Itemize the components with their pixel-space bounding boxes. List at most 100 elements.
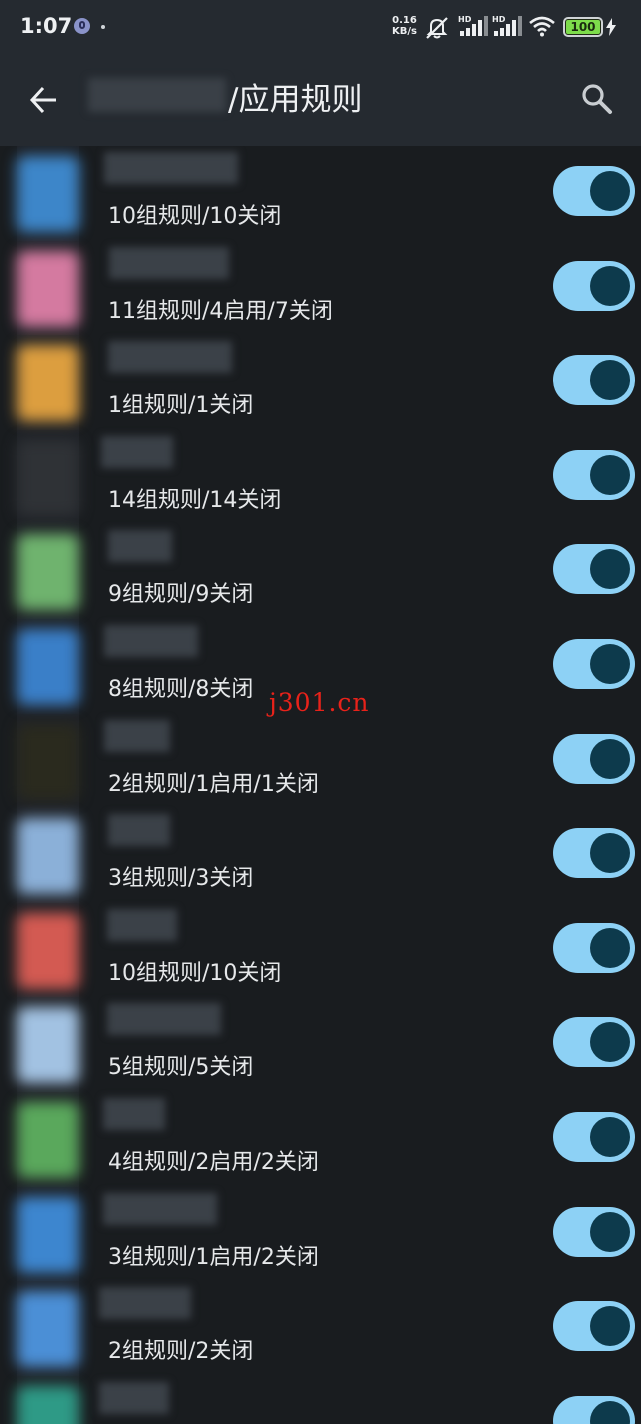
app-icon (17, 1385, 79, 1424)
rule-toggle[interactable] (553, 449, 635, 500)
rule-toggle[interactable] (553, 1017, 635, 1068)
back-arrow-icon[interactable] (24, 80, 64, 120)
toggle-thumb (590, 738, 630, 779)
rule-toggle[interactable] (553, 828, 635, 879)
list-item[interactable]: 1组规则/1关闭 (0, 335, 641, 430)
app-name-redacted (103, 1192, 217, 1225)
toggle-thumb (590, 1117, 630, 1157)
list-item[interactable]: 2组规则/2关闭 (0, 1281, 641, 1376)
rule-summary: 9组规则/9关闭 (108, 582, 254, 608)
toggle-thumb (590, 1306, 630, 1347)
app-icon (17, 439, 79, 516)
app-name-redacted (88, 78, 226, 112)
toggle-thumb (590, 1211, 630, 1252)
app-name-redacted (99, 1287, 191, 1320)
list-item[interactable]: 4组规则/2启用/2关闭 (0, 1092, 641, 1187)
app-icon (17, 1102, 79, 1178)
toggle-thumb (590, 454, 630, 495)
rule-toggle[interactable] (553, 1112, 635, 1162)
app-icon (17, 818, 79, 895)
app-icon (17, 345, 79, 422)
rule-summary: 1组规则/1关闭 (108, 393, 254, 419)
rule-summary: 2组规则/1启用/1关闭 (108, 771, 319, 797)
app-icon (17, 723, 79, 800)
rule-summary: 10组规则/10关闭 (108, 960, 282, 986)
charging-icon (606, 18, 616, 36)
list-item[interactable]: 10组规则/10关闭 (0, 146, 641, 241)
network-speed-unit: KB/s (392, 26, 417, 37)
app-icon (17, 912, 79, 989)
rule-toggle[interactable] (553, 639, 635, 689)
rule-toggle[interactable] (553, 733, 635, 784)
toggle-thumb (590, 644, 630, 684)
rule-summary: 8组规则/8关闭 (108, 677, 254, 702)
rule-summary: 11组规则/4启用/7关闭 (108, 298, 333, 324)
app-icon (17, 1291, 79, 1368)
app-name-redacted (104, 152, 238, 184)
toggle-thumb (590, 833, 630, 874)
signal-1-icon: HD (458, 15, 488, 38)
network-speed: 0.16 KB/s (392, 15, 417, 37)
app-icon (17, 534, 79, 611)
rule-summary: 3组规则/3关闭 (108, 866, 254, 892)
list-item[interactable] (0, 1375, 641, 1424)
hd-label: HD (458, 15, 472, 24)
list-item[interactable]: 10组规则/10关闭 (0, 902, 641, 998)
wifi-icon (529, 16, 555, 37)
list-item[interactable]: 2组规则/1启用/1关闭 (0, 713, 641, 809)
app-name-redacted (107, 1003, 221, 1036)
rule-summary: 10组规则/10关闭 (108, 204, 282, 229)
app-icon (17, 156, 79, 232)
toggle-thumb (590, 1400, 630, 1424)
rule-toggle[interactable] (553, 166, 635, 216)
app-name-redacted (103, 1098, 165, 1130)
app-icon (17, 629, 79, 705)
app-name-redacted (99, 1381, 169, 1414)
network-speed-value: 0.16 (392, 15, 417, 26)
app-name-redacted (108, 530, 172, 563)
list-item[interactable]: 3组规则/1启用/2关闭 (0, 1186, 641, 1282)
rule-summary: 3组规则/1启用/2关闭 (108, 1244, 319, 1270)
rule-summary: 14组规则/14关闭 (108, 487, 282, 513)
toggle-thumb (590, 360, 630, 401)
list-item[interactable]: 3组规则/3关闭 (0, 808, 641, 903)
mute-icon (426, 17, 448, 39)
toggle-thumb (590, 1022, 630, 1063)
app-name-redacted (108, 341, 232, 374)
page-title: /应用规则 (228, 82, 363, 118)
rules-list[interactable]: 10组规则/10关闭 11组规则/4启用/7关闭 1组规则/1关闭 14组规则/14关… (0, 146, 641, 1424)
battery-icon: 100 (563, 17, 603, 37)
list-item[interactable]: 5组规则/5关闭 (0, 997, 641, 1092)
toggle-thumb (590, 265, 630, 306)
app-icon (17, 250, 79, 327)
app-name-redacted (104, 719, 170, 752)
battery-level: 100 (570, 20, 596, 34)
app-icon (17, 1196, 79, 1273)
list-item[interactable]: 14组规则/14关闭 (0, 429, 641, 525)
rule-toggle[interactable] (553, 544, 635, 595)
rule-summary: 4组规则/2启用/2关闭 (108, 1150, 319, 1175)
rule-toggle[interactable] (553, 355, 635, 406)
toggle-thumb (590, 171, 630, 211)
search-icon[interactable] (576, 78, 618, 120)
app-bar: /应用规则 (0, 56, 641, 146)
signal-2-icon: HD (492, 15, 522, 38)
notification-dot-icon (101, 25, 105, 29)
rule-toggle[interactable] (553, 260, 635, 311)
rule-toggle[interactable] (553, 1301, 635, 1352)
list-item[interactable]: 9组规则/9关闭 (0, 524, 641, 619)
app-name-redacted (104, 625, 198, 657)
rule-toggle[interactable] (553, 922, 635, 973)
rule-toggle[interactable] (553, 1395, 635, 1424)
app-icon (17, 1007, 79, 1084)
toggle-thumb (590, 927, 630, 968)
status-bar: 1:07 0.16 KB/s HD HD 100 (0, 0, 641, 56)
app-name-redacted (108, 814, 170, 847)
list-item[interactable]: 11组规则/4启用/7关闭 (0, 240, 641, 336)
rule-summary: 2组规则/2关闭 (108, 1339, 254, 1365)
rule-toggle[interactable] (553, 1206, 635, 1257)
notification-icon (74, 18, 90, 34)
status-time: 1:07 (20, 14, 73, 38)
toggle-thumb (590, 549, 630, 590)
watermark: j301.cn (269, 688, 370, 717)
